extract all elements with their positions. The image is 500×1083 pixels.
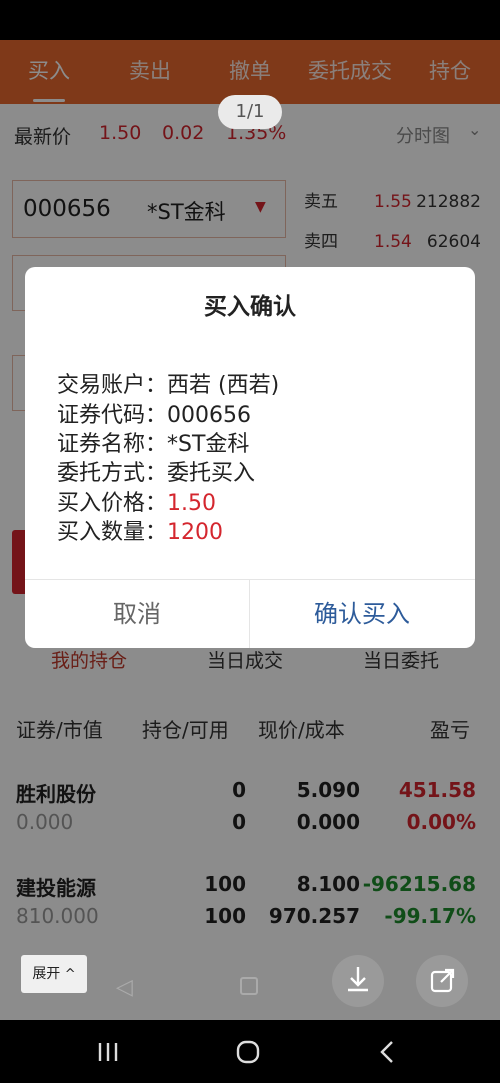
back-triangle-icon[interactable]: ◁ (116, 975, 133, 1000)
dialog-row-quantity: 买入数量：1200 (57, 518, 223, 548)
dialog-title: 买入确认 (204, 294, 296, 320)
dialog-row-value: 000656 (167, 403, 251, 428)
chevron-up-icon: ^ (64, 967, 76, 982)
page-indicator: 1/1 (218, 95, 282, 129)
share-button[interactable] (416, 955, 468, 1007)
dialog-row-method: 委托方式：委托买入 (57, 459, 255, 489)
status-bar (0, 0, 500, 40)
dialog-row-name: 证券名称：*ST金科 (57, 430, 249, 460)
dialog-row-label: 证券代码： (57, 403, 168, 428)
dialog-row-account: 交易账户：西若 (西若) (57, 371, 279, 401)
buy-confirm-dialog: 买入确认 交易账户：西若 (西若) 证券代码：000656 证券名称：*ST金科… (25, 267, 475, 648)
home-square-icon[interactable] (240, 977, 258, 995)
download-button[interactable] (332, 955, 384, 1007)
recent-apps-icon[interactable] (96, 1040, 120, 1064)
dialog-row-value: 西若 (西若) (167, 373, 280, 398)
system-nav-bar (0, 1020, 500, 1083)
share-icon (430, 968, 455, 993)
dialog-row-label: 委托方式： (57, 461, 168, 486)
download-icon (348, 967, 368, 992)
cancel-button[interactable]: 取消 (25, 580, 250, 648)
dialog-row-price: 买入价格：1.50 (57, 489, 216, 519)
dialog-row-label: 买入价格： (57, 491, 168, 516)
dialog-row-value: *ST金科 (167, 432, 250, 457)
dialog-row-label: 买入数量： (57, 520, 168, 545)
dialog-row-label: 交易账户： (57, 373, 168, 398)
confirm-buy-button[interactable]: 确认买入 (250, 580, 474, 648)
bottom-toolbar: 展开 ^ ◁ (0, 945, 500, 1020)
dialog-row-value: 1200 (167, 520, 224, 545)
back-icon[interactable] (376, 1039, 400, 1065)
dialog-row-label: 证券名称： (57, 432, 168, 457)
dialog-row-value: 委托买入 (167, 461, 256, 486)
home-icon[interactable] (235, 1039, 261, 1065)
dialog-buttons: 取消 确认买入 (25, 579, 475, 648)
dialog-row-code: 证券代码：000656 (57, 401, 251, 431)
dialog-row-value: 1.50 (167, 491, 216, 516)
expand-label: 展开 (32, 966, 61, 982)
expand-button[interactable]: 展开 ^ (21, 955, 87, 993)
